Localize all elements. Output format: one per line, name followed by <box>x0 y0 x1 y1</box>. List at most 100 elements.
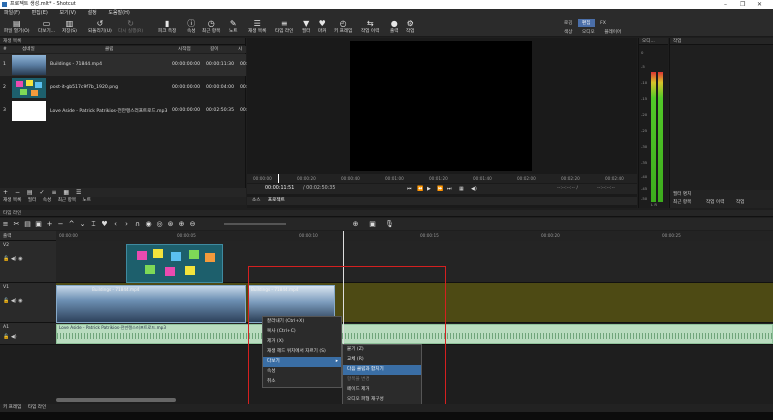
ripple-markers-icon[interactable]: ⊕ <box>176 218 187 230</box>
grid-view-icon[interactable]: ▦ <box>63 189 69 196</box>
eye-icon[interactable]: ◉ <box>18 256 22 262</box>
col-extra[interactable]: 시 <box>238 46 242 53</box>
menu-view[interactable]: 보기(V) <box>59 10 76 16</box>
col-in[interactable]: 시작점 <box>178 46 191 53</box>
ripple-icon[interactable]: ◎ <box>154 218 165 230</box>
video-preview[interactable] <box>350 41 532 171</box>
scrub-icon[interactable]: ◉ <box>143 218 154 230</box>
properties-button[interactable]: ⓘ 속성 <box>187 19 195 34</box>
rewind-icon[interactable]: ⏪ <box>417 184 423 194</box>
track-head-a1[interactable]: A1 🔓 ◀) <box>0 323 56 345</box>
update-icon[interactable]: ▤ <box>27 189 33 196</box>
snap-icon[interactable]: ∩ <box>132 218 143 230</box>
recent-button[interactable]: ◷ 최근 항목 <box>202 19 220 34</box>
minimize-button[interactable]: – <box>724 0 727 9</box>
playlist-row[interactable]: 3 Love Aside - Patrick Patrikios-전만랭스러프트… <box>0 100 253 122</box>
add-icon[interactable]: + <box>3 189 8 196</box>
layout-audio-tab[interactable]: 오디오 <box>578 28 599 36</box>
export-button[interactable]: ● 출력 <box>390 19 398 34</box>
timeline-clip-buildings[interactable]: Buildings - 71844.mp4 <box>56 285 246 323</box>
append-icon[interactable]: + <box>44 218 55 230</box>
menu-help[interactable]: 도움말(H) <box>108 10 129 16</box>
col-num[interactable]: # <box>3 46 7 53</box>
volume-icon[interactable]: ◀) <box>471 184 477 194</box>
open-file-button[interactable]: ▤ 파일 열기(O) <box>4 19 30 34</box>
menu-file[interactable]: 파일(F) <box>4 10 20 16</box>
lift-icon[interactable]: ^ <box>66 218 77 230</box>
marker-icon[interactable]: ♥ <box>99 218 110 230</box>
split-icon[interactable]: ⌶ <box>88 218 99 230</box>
tab-filter-clear[interactable]: 필터 명치 <box>673 191 691 197</box>
track-head-v1[interactable]: V1 🔓 ◀) ◉ <box>0 283 56 323</box>
lock-icon[interactable]: 🔓 <box>3 256 9 262</box>
copy-icon[interactable]: ▤ <box>22 218 33 230</box>
cut-icon[interactable]: ✂ <box>11 218 22 230</box>
layout-player-tab[interactable]: 플레이어 <box>600 28 625 36</box>
prev-marker-icon[interactable]: ‹ <box>110 218 121 230</box>
layout-edit-tab[interactable]: 편집 <box>578 19 595 27</box>
list-view-icon[interactable]: ≡ <box>51 189 56 196</box>
skip-start-icon[interactable]: ⏮ <box>407 184 412 194</box>
grid-icon[interactable]: ▦ <box>459 184 464 194</box>
open-other-button[interactable]: ▭ 다보기... <box>38 19 55 34</box>
tab-source[interactable]: 소스 <box>252 198 260 203</box>
playlist-row[interactable]: 2 post-it-gb517c9f7b_1920.png 00:00:00:0… <box>0 77 253 99</box>
record-audio-icon[interactable]: 🎙 <box>384 218 395 230</box>
tab-history[interactable]: 작업 이력 <box>706 199 724 205</box>
playlist-row[interactable]: 1 Buildings - 71844.mp4 00:00:00:00 00:0… <box>0 54 253 76</box>
redo-button[interactable]: ↻ 다시 실행(R) <box>118 19 143 34</box>
eye-icon[interactable]: ◉ <box>18 298 22 304</box>
jobs-button[interactable]: ⚙ 작업 <box>406 19 414 34</box>
history-button[interactable]: ⇆ 작업 이력 <box>361 19 379 34</box>
col-clip[interactable]: 클립 <box>105 46 113 53</box>
timeline-ruler[interactable]: 00:00:00 00:00:05 00:00:10 00:00:15 00:0… <box>56 231 773 241</box>
zoom-in-icon[interactable]: ⊕ <box>350 218 361 230</box>
col-thumbnail[interactable]: 섬네일 <box>22 46 35 53</box>
tab-recent[interactable]: 최근 항목 <box>58 198 76 203</box>
fast-forward-icon[interactable]: ⏩ <box>437 184 443 194</box>
lock-icon[interactable]: 🔓 <box>3 334 9 340</box>
layout-color-tab[interactable]: 색상 <box>560 28 576 36</box>
remove-icon[interactable]: − <box>55 218 66 230</box>
skip-end-icon[interactable]: ⏭ <box>447 184 452 194</box>
timeline-scrollbar[interactable] <box>56 398 176 402</box>
mute-icon[interactable]: ◀) <box>11 298 17 304</box>
mute-icon[interactable]: ◀) <box>11 334 17 340</box>
playlist-button[interactable]: ☰ 재생 목록 <box>248 19 266 34</box>
mute-icon[interactable]: ◀) <box>11 256 17 262</box>
undo-button[interactable]: ↺ 되돌리기(U) <box>88 19 112 34</box>
paste-icon[interactable]: ▣ <box>33 218 44 230</box>
tab-notes[interactable]: 노트 <box>83 198 91 203</box>
menu-edit[interactable]: 편집(E) <box>32 10 48 16</box>
save-button[interactable]: ▥ 저장(S) <box>62 19 77 34</box>
tab-timeline[interactable]: 타임 라인 <box>28 405 46 410</box>
zoom-slider[interactable] <box>224 223 286 225</box>
peak-meter-button[interactable]: ▮ 피크 측정 <box>158 19 176 34</box>
tab-recent-items[interactable]: 최근 항목 <box>673 199 691 205</box>
tab-properties[interactable]: 속성 <box>43 198 51 203</box>
play-icon[interactable]: ▶ <box>427 184 431 194</box>
current-timecode[interactable]: 00:00:11:51 <box>265 184 294 194</box>
maximize-button[interactable]: ❐ <box>740 0 745 9</box>
tab-keyframes[interactable]: 키 프레임 <box>3 405 21 410</box>
next-marker-icon[interactable]: › <box>121 218 132 230</box>
tab-jobs[interactable]: 작업 <box>736 199 744 205</box>
marker-button[interactable]: ♥ 마커 <box>318 19 326 34</box>
filter-button[interactable]: ▼ 필터 <box>302 19 310 34</box>
col-length[interactable]: 길이 <box>210 46 218 53</box>
overwrite-icon[interactable]: ⌄ <box>77 218 88 230</box>
menu-settings[interactable]: 설정 <box>88 10 97 16</box>
viewer-ruler[interactable]: 00:00:00 00:00:20 00:00:40 00:01:00 00:0… <box>247 174 637 183</box>
zoom-out-icon[interactable]: ⊖ <box>187 218 198 230</box>
check-icon[interactable]: ✓ <box>40 189 45 196</box>
tab-project[interactable]: 프로젝트 <box>268 198 285 203</box>
tab-filter[interactable]: 필터 <box>28 198 36 203</box>
menu-icon[interactable]: ≡ <box>0 218 11 230</box>
lock-icon[interactable]: 🔓 <box>3 298 9 304</box>
layout-logging-tab[interactable]: 로깅 <box>560 19 576 27</box>
notes-button[interactable]: ✎ 노트 <box>229 19 237 34</box>
remove-icon[interactable]: − <box>15 189 20 196</box>
timeline-clip-postit[interactable] <box>126 244 223 283</box>
layout-fx-tab[interactable]: FX <box>596 20 610 27</box>
menu-icon[interactable]: ☰ <box>76 189 81 196</box>
